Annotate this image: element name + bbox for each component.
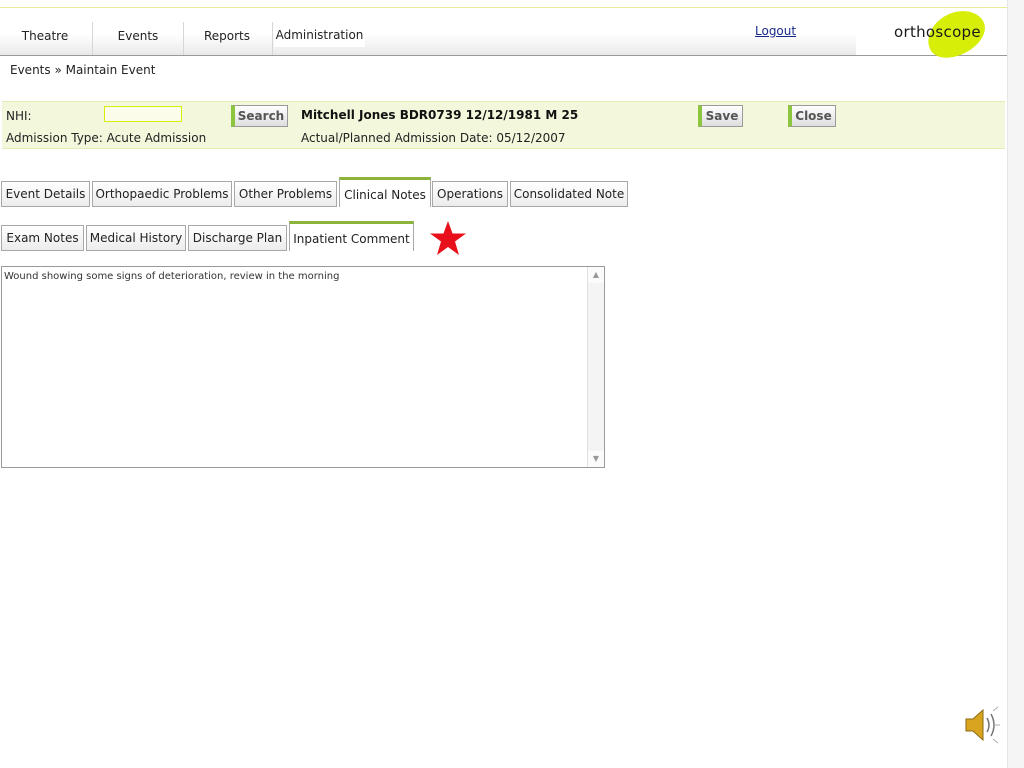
scroll-up-icon[interactable]: ▲ (588, 267, 604, 283)
nhi-label: NHI: (6, 109, 32, 123)
page-scrollbar[interactable] (1007, 0, 1024, 768)
textarea-scrollbar[interactable]: ▲ ▼ (587, 267, 604, 467)
tab-clinical-notes[interactable]: Clinical Notes (339, 177, 431, 207)
scroll-down-icon[interactable]: ▼ (588, 451, 604, 467)
breadcrumb: Events » Maintain Event (10, 63, 156, 77)
tab-other-problems[interactable]: Other Problems (234, 181, 337, 207)
save-button[interactable]: Save (698, 105, 743, 127)
tab-event-details[interactable]: Event Details (1, 181, 90, 207)
close-button[interactable]: Close (788, 105, 836, 127)
nhi-input[interactable] (104, 106, 182, 122)
nav-theatre[interactable]: Theatre (0, 8, 90, 55)
admission-type: Admission Type: Acute Admission (6, 131, 207, 145)
tab-inpatient-comment[interactable]: Inpatient Comment (289, 221, 414, 251)
patient-title: Mitchell Jones BDR0739 12/12/1981 M 25 (301, 108, 579, 122)
tab-discharge-plan[interactable]: Discharge Plan (188, 225, 287, 251)
search-button[interactable]: Search (231, 105, 288, 127)
tab-operations[interactable]: Operations (432, 181, 508, 207)
tab-medical-history[interactable]: Medical History (86, 225, 186, 251)
note-text: Wound showing some signs of deterioratio… (4, 271, 340, 282)
nav-reports[interactable]: Reports (184, 8, 270, 55)
speaker-icon[interactable] (963, 705, 1001, 745)
logo: orthoscope (894, 23, 981, 41)
inpatient-comment-textarea[interactable]: Wound showing some signs of deterioratio… (1, 266, 605, 468)
admission-date: Actual/Planned Admission Date: 05/12/200… (301, 131, 566, 145)
tab-orthopaedic-problems[interactable]: Orthopaedic Problems (92, 181, 232, 207)
logout-link[interactable]: Logout (755, 24, 796, 38)
nav-administration[interactable]: Administration (274, 12, 365, 47)
nav-separator (272, 22, 273, 55)
nav-events[interactable]: Events (93, 8, 183, 55)
tab-exam-notes[interactable]: Exam Notes (1, 225, 84, 251)
red-star-icon (430, 221, 466, 255)
tab-consolidated-note[interactable]: Consolidated Note (510, 181, 628, 207)
